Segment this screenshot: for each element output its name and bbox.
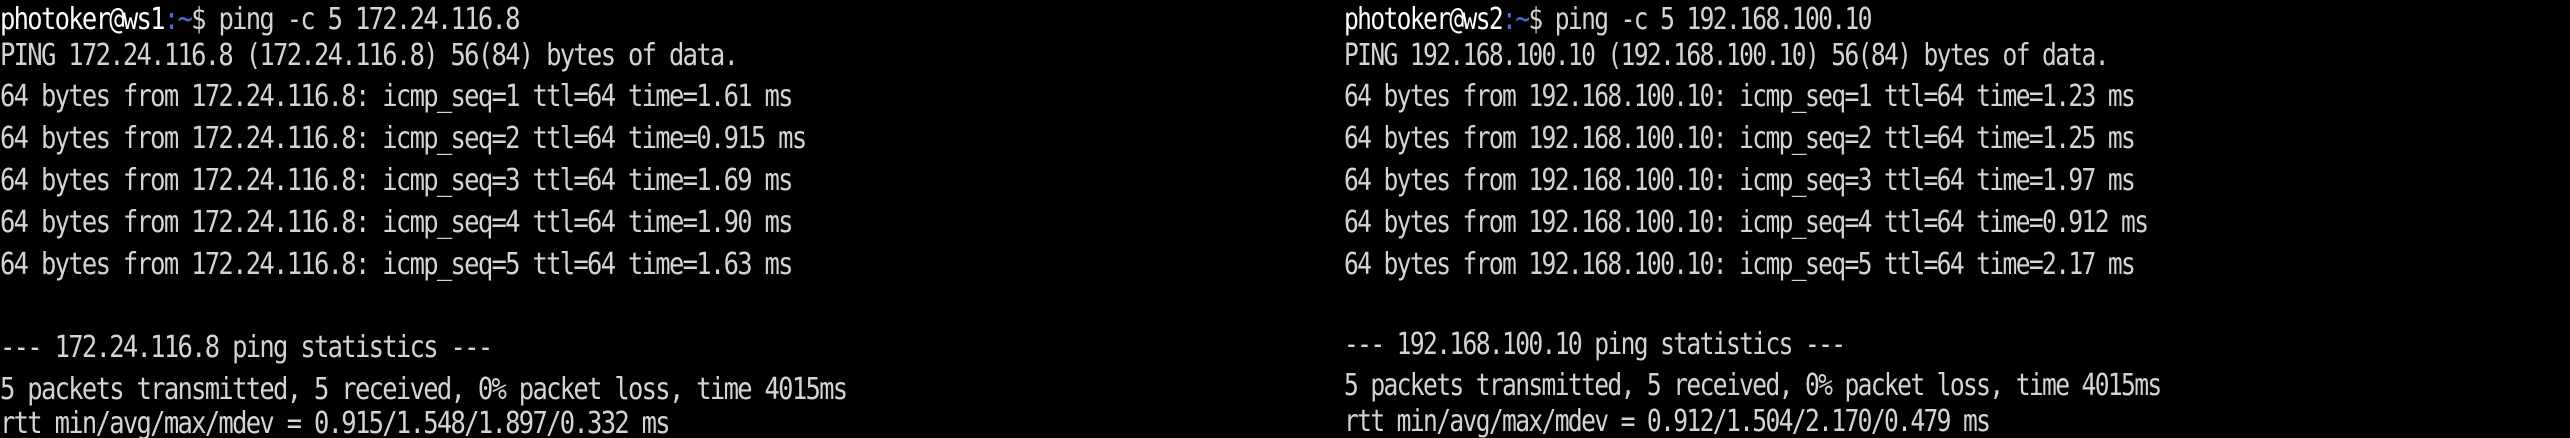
ping-reply-line: 64 bytes from 192.168.100.10: icmp_seq=4… [1344, 205, 2149, 240]
command-text: ping -c 5 192.168.100.10 [1554, 2, 1873, 37]
command-text: ping -c 5 172.24.116.8 [218, 2, 520, 37]
ping-reply-line: 64 bytes from 192.168.100.10: icmp_seq=2… [1344, 121, 2136, 156]
prompt-user-host: photoker@ws1 [0, 2, 166, 37]
prompt-path: :~ [1502, 2, 1530, 37]
stats-rtt: rtt min/avg/max/mdev = 0.912/1.504/2.170… [1344, 404, 1991, 438]
ping-header: PING 192.168.100.10 (192.168.100.10) 56(… [1344, 38, 2110, 73]
stats-summary: 5 packets transmitted, 5 received, 0% pa… [1344, 368, 2162, 403]
ping-reply-line: 64 bytes from 172.24.116.8: icmp_seq=2 t… [0, 121, 807, 156]
prompt-line: photoker@ws2:~$ ping -c 5 192.168.100.10 [1344, 0, 1873, 40]
ping-reply-line: 64 bytes from 172.24.116.8: icmp_seq=5 t… [0, 247, 794, 282]
stats-header: --- 172.24.116.8 ping statistics --- [0, 330, 493, 365]
ping-reply-line: 64 bytes from 192.168.100.10: icmp_seq=1… [1344, 79, 2136, 114]
ping-reply-line: 64 bytes from 172.24.116.8: icmp_seq=4 t… [0, 205, 794, 240]
terminal-pane-ws1[interactable]: photoker@ws1:~$ ping -c 5 172.24.116.8 P… [0, 0, 1344, 438]
prompt-line: photoker@ws1:~$ ping -c 5 172.24.116.8 [0, 0, 521, 40]
prompt-path: :~ [163, 2, 193, 37]
prompt-symbol: $ [191, 2, 219, 37]
prompt-symbol: $ [1528, 2, 1555, 37]
ping-reply-line: 64 bytes from 172.24.116.8: icmp_seq=1 t… [0, 79, 794, 114]
prompt-user-host: photoker@ws2 [1344, 2, 1504, 37]
stats-rtt: rtt min/avg/max/mdev = 0.915/1.548/1.897… [0, 406, 671, 438]
ping-header: PING 172.24.116.8 (172.24.116.8) 56(84) … [0, 38, 739, 73]
terminal-pane-ws2[interactable]: photoker@ws2:~$ ping -c 5 192.168.100.10… [1344, 0, 2570, 438]
ping-reply-line: 64 bytes from 192.168.100.10: icmp_seq=5… [1344, 247, 2136, 282]
stats-header: --- 192.168.100.10 ping statistics --- [1344, 327, 1846, 362]
ping-reply-line: 64 bytes from 192.168.100.10: icmp_seq=3… [1344, 163, 2136, 198]
ping-reply-line: 64 bytes from 172.24.116.8: icmp_seq=3 t… [0, 163, 794, 198]
